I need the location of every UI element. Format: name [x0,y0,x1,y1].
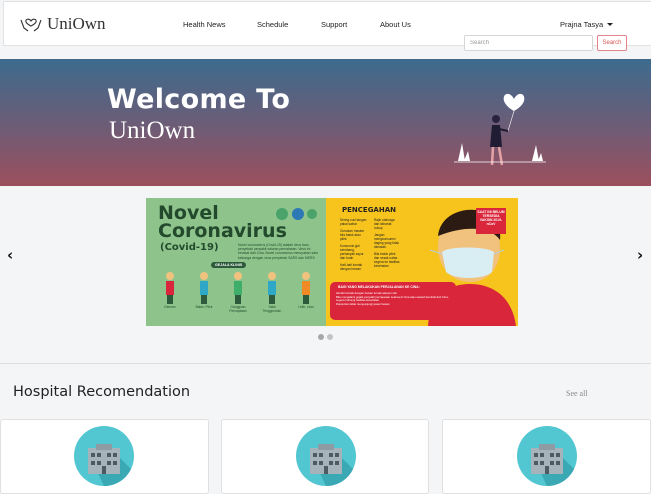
hospital-building-icon [296,426,356,486]
infographic-title-line3: (Covid-19) [160,242,219,253]
prevention-item: Sering cuci tangan pakai sabun [340,218,367,226]
symptom-item: Demam [158,270,182,313]
prevention-item: Rajin olahraga dan istirahat cukup [374,218,395,230]
infographic-title-line2: Coronavirus [158,220,287,242]
nav-schedule[interactable]: Schedule [257,20,288,29]
hospital-card[interactable] [442,419,651,494]
brand-name: UniOwn [47,14,106,33]
prevention-heading: PENCEGAHAN [342,206,396,214]
person-fatigue-icon [302,272,310,304]
hospital-card[interactable] [221,419,429,494]
hero-title: Welcome To [107,84,291,115]
prevention-item: Gunakan masker bila batuk atau pilek [340,229,365,241]
prevention-item: Hati-hati kontak dengan hewan [340,263,363,271]
travel-advice-list: Hindari kontak dengan hewan ternak ataup… [336,291,450,306]
nav-about-us[interactable]: About Us [380,20,411,29]
symptom-item: Sakit Tenggorokan [260,270,284,313]
search-input[interactable] [464,35,593,51]
caret-down-icon [607,23,614,26]
prevention-item: Jangan mengkonsumsi daging yang tidak di… [374,233,399,249]
section-title: Hospital Recomendation [13,384,191,400]
carousel: ‹ › Novel Coronavirus (Covid-19) Novel c… [0,186,651,364]
carousel-slide-covid-infographic[interactable]: Novel Coronavirus (Covid-19) Novel coron… [146,198,518,326]
user-menu-dropdown[interactable]: Prajna Tasya [560,20,614,29]
nav-health-news[interactable]: Health News [183,20,226,29]
see-all-link[interactable]: See all [566,389,588,398]
carousel-indicator[interactable] [327,334,333,340]
symptom-label: Gangguan Pernapasan [229,305,247,313]
person-fever-icon [166,272,174,304]
symptom-label: Sakit Tenggorokan [262,305,282,313]
hero-banner: Welcome To UniOwn [0,59,651,186]
person-sore-throat-icon [268,272,276,304]
brand-logo[interactable]: UniOwn [19,14,106,34]
symptom-item: Gangguan Pernapasan [226,270,250,313]
carousel-prev-button[interactable]: ‹ [7,246,13,264]
symptom-label: Letih, Lesu [298,305,314,309]
nav-support[interactable]: Support [321,20,347,29]
symptom-item: Letih, Lesu [294,270,318,313]
hospital-building-icon [517,426,577,486]
carousel-indicator[interactable] [318,334,324,340]
travel-advice-title: BAGI YANG MELAKUKAN PERJALANAN KE CINA: [338,285,420,289]
search-button[interactable]: Search [597,35,627,51]
symptoms-row: Demam Batuk, Pilek Gangguan Pernapasan S… [158,270,318,313]
symptom-label: Demam [164,305,176,309]
hands-heart-icon [20,18,42,32]
infographic-intro-text: Novel coronavirus (Covid-19) adalah viru… [238,243,318,260]
carousel-indicators [318,334,333,340]
prevention-item: Bila batuk pilek dan sesak nafas segera … [374,252,400,268]
prevention-item: Konsumsi gizi seimbang, perbanyak sayur … [340,244,364,260]
hero-subtitle: UniOwn [109,117,196,144]
symptom-item: Batuk, Pilek [192,270,216,313]
infographic-right-panel: PENCEGAHAN Sering cuci tangan pakai sabu… [326,198,518,326]
person-cough-icon [200,272,208,304]
prevention-list-right: Rajin olahraga dan istirahat cukup Janga… [374,218,400,268]
health-ministry-logos [276,208,317,220]
travel-advice-item: Dianjurkan tidak mengunjungi pasar hewan [336,301,390,306]
travel-advice-box: BAGI YANG MELAKUKAN PERJALANAN KE CINA: … [330,282,456,320]
symptom-label: Batuk, Pilek [195,305,213,309]
carousel-next-button[interactable]: › [637,246,643,264]
hospital-building-icon [74,426,134,486]
person-breathing-icon [234,272,242,304]
woman-with-heart-balloon-illustration [454,93,546,166]
hospital-card[interactable] [0,419,209,494]
symptoms-heading: GEJALA KLINIS [211,262,247,268]
infographic-left-panel: Novel Coronavirus (Covid-19) Novel coron… [146,198,326,326]
user-name: Prajna Tasya [560,20,604,29]
prevention-list-left: Sering cuci tangan pakai sabun Gunakan m… [340,218,368,271]
vaccine-notice-badge: SAAT INI BELUM TERSEDIA VAKSIN 2019-nCoV [476,208,506,234]
